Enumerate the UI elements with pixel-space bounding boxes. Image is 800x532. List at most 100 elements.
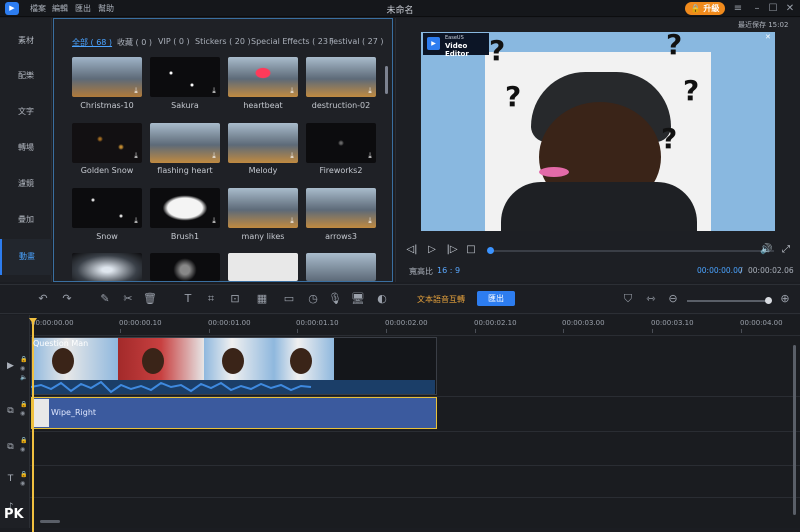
- aspect-ratio-label: 寬高比: [409, 267, 433, 276]
- download-icon[interactable]: ⤓: [132, 152, 140, 160]
- redo-icon[interactable]: ↷: [60, 292, 74, 306]
- download-icon[interactable]: ⤓: [210, 152, 218, 160]
- tick-mark: [120, 329, 121, 333]
- visibility-icon[interactable]: ◉: [20, 411, 26, 417]
- close-watermark-icon[interactable]: ✕: [765, 33, 771, 41]
- zoom-out-icon[interactable]: ⊖: [666, 292, 680, 306]
- delete-icon[interactable]: 🗑: [143, 292, 157, 306]
- download-icon[interactable]: ⤓: [366, 217, 374, 225]
- stop-icon[interactable]: □: [465, 244, 477, 256]
- effect-label: flashing heart: [157, 166, 213, 175]
- tick-mark: [741, 329, 742, 333]
- fit-timeline-icon[interactable]: ⇿: [644, 292, 658, 306]
- download-icon[interactable]: ⤓: [210, 217, 218, 225]
- download-icon[interactable]: ⤓: [288, 87, 296, 95]
- aspect-ratio-select[interactable]: 16 : 9: [437, 266, 460, 275]
- crop-icon[interactable]: ⌗: [204, 292, 218, 306]
- screen-record-icon[interactable]: 🖥: [351, 292, 365, 306]
- sidebar-item-filters[interactable]: 濾鏡: [0, 166, 52, 202]
- question-mark: ?: [505, 80, 522, 113]
- timeline-horizontal-scrollbar[interactable]: [40, 520, 60, 523]
- video-track-icon: ▶: [7, 361, 14, 371]
- seek-bar[interactable]: [492, 250, 774, 252]
- effect-label: Snow: [96, 232, 118, 241]
- track-divider: [30, 431, 800, 432]
- color-icon[interactable]: ◐: [375, 292, 389, 306]
- edit-icon[interactable]: ✎: [98, 292, 112, 306]
- sidebar-item-transitions[interactable]: 轉場: [0, 130, 52, 166]
- time-tick: 00:00:02.10: [474, 319, 517, 327]
- download-icon[interactable]: ⤓: [132, 217, 140, 225]
- time-tick: 00:00:03.10: [651, 319, 694, 327]
- lock-track-icon[interactable]: 🔒: [20, 357, 27, 363]
- zoom-slider[interactable]: [687, 300, 767, 302]
- lock-track-icon[interactable]: 🔒: [20, 402, 27, 408]
- download-icon[interactable]: ⤓: [366, 152, 374, 160]
- play-icon[interactable]: ▷: [426, 244, 438, 256]
- settings-icon[interactable]: ≡: [731, 2, 745, 15]
- zoom-in-icon[interactable]: ⊕: [778, 292, 792, 306]
- question-mark: ?: [661, 122, 678, 155]
- volume-icon[interactable]: 🔊: [760, 244, 772, 256]
- previous-frame-icon[interactable]: ◁|: [406, 244, 418, 256]
- download-icon[interactable]: ⤓: [210, 87, 218, 95]
- visibility-icon[interactable]: ◉: [20, 366, 26, 372]
- question-mark: ?: [489, 34, 506, 67]
- zoom-region-icon[interactable]: ⊡: [228, 292, 242, 306]
- export-button[interactable]: 匯出: [477, 291, 515, 306]
- upgrade-button[interactable]: 🔒 升級: [685, 2, 725, 15]
- effect-thumbnail[interactable]: [228, 253, 298, 281]
- download-icon[interactable]: ⤓: [132, 87, 140, 95]
- tab-favorites[interactable]: 收藏 ( 0 ): [117, 37, 152, 48]
- sidebar-item-text[interactable]: 文字: [0, 94, 52, 130]
- tab-festival[interactable]: Festival ( 27 ): [329, 37, 384, 46]
- split-icon[interactable]: ✂: [121, 292, 135, 306]
- tab-vip[interactable]: VIP ( 0 ): [158, 37, 190, 46]
- sidebar-item-media[interactable]: 素材: [0, 23, 52, 59]
- tick-mark: [209, 329, 210, 333]
- effect-thumbnail[interactable]: [306, 253, 376, 281]
- undo-icon[interactable]: ↶: [36, 292, 50, 306]
- tab-stickers[interactable]: Stickers ( 20 ): [195, 37, 251, 46]
- tab-all[interactable]: 全部 ( 68 ): [72, 37, 112, 48]
- freeze-frame-icon[interactable]: ▭: [282, 292, 296, 306]
- tick-mark: [563, 329, 564, 333]
- download-icon[interactable]: ⤓: [288, 152, 296, 160]
- lock-track-icon[interactable]: 🔒: [20, 472, 27, 478]
- time-tick: 00:00:00.00: [31, 319, 74, 327]
- download-icon[interactable]: ⤓: [366, 87, 374, 95]
- text-track-icon: T: [7, 474, 14, 484]
- sidebar-item-animation[interactable]: 動畫: [0, 239, 52, 275]
- next-frame-icon[interactable]: |▷: [446, 244, 458, 256]
- lock-track-icon[interactable]: 🔒: [20, 438, 27, 444]
- text-to-speech-button[interactable]: 文本語音互轉: [417, 294, 465, 305]
- library-scrollbar[interactable]: [385, 66, 388, 94]
- autosave-status: 最近保存 15:02: [738, 21, 789, 29]
- timeline-vertical-scrollbar[interactable]: [793, 345, 796, 515]
- text-icon[interactable]: T: [181, 292, 195, 306]
- sidebar-item-music[interactable]: 配樂: [0, 58, 52, 94]
- time-tick: 00:00:01.10: [296, 319, 339, 327]
- brand-name: Video Editor: [445, 42, 469, 58]
- mute-icon[interactable]: 🔈: [20, 375, 27, 381]
- playhead[interactable]: [32, 322, 34, 532]
- fullscreen-icon[interactable]: ⤢: [780, 244, 792, 256]
- marker-icon[interactable]: ⛉: [621, 292, 635, 306]
- seek-handle[interactable]: [487, 247, 494, 254]
- duration-icon[interactable]: ◷: [306, 292, 320, 306]
- visibility-icon[interactable]: ◉: [20, 481, 26, 487]
- effect-label: many likes: [241, 232, 285, 241]
- zoom-slider-handle[interactable]: [765, 297, 772, 304]
- download-icon[interactable]: ⤓: [288, 217, 296, 225]
- visibility-icon[interactable]: ◉: [20, 447, 26, 453]
- tab-special-effects[interactable]: Special Effects ( 23 ): [251, 37, 334, 46]
- maximize-icon[interactable]: ☐: [766, 2, 780, 15]
- mosaic-icon[interactable]: ▦: [255, 292, 269, 306]
- voiceover-icon[interactable]: 🎙: [328, 292, 342, 306]
- time-tick: 00:00:00.10: [119, 319, 162, 327]
- close-icon[interactable]: ✕: [783, 2, 797, 15]
- effect-thumbnail[interactable]: [72, 253, 142, 281]
- minimize-icon[interactable]: –: [750, 2, 764, 15]
- effect-thumbnail[interactable]: [150, 253, 220, 281]
- sidebar-item-overlays[interactable]: 疊加: [0, 202, 52, 238]
